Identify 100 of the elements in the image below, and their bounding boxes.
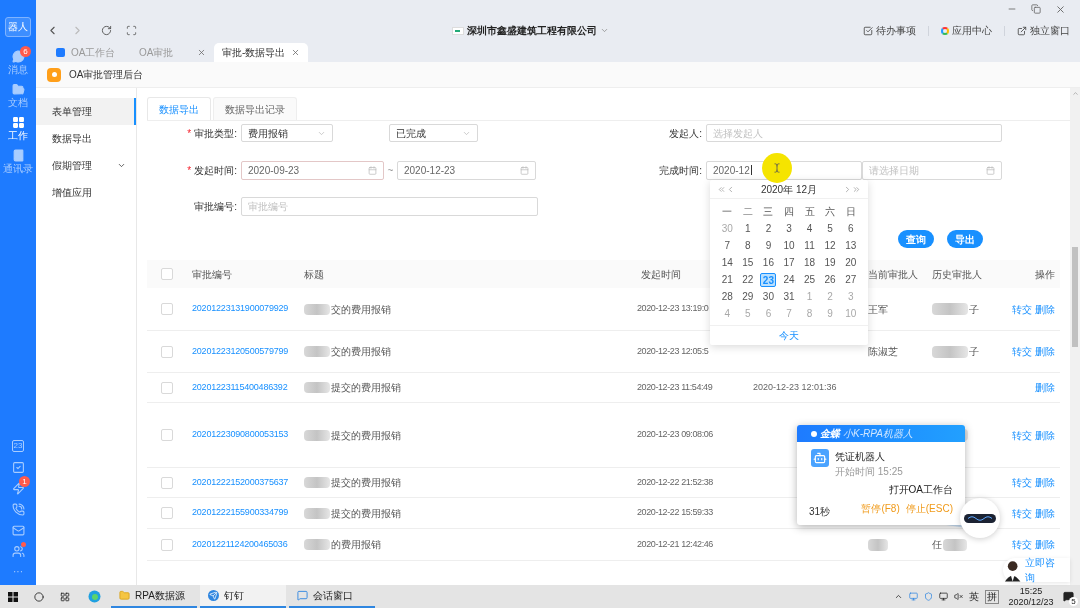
- calendar-day[interactable]: 14: [719, 256, 736, 270]
- next-month-icon[interactable]: [843, 184, 852, 194]
- scroll-up-icon[interactable]: [1071, 90, 1079, 97]
- approval-number-link[interactable]: 20201223090800053153: [192, 428, 289, 442]
- muted-speaker-icon[interactable]: [954, 592, 963, 601]
- lightning-icon[interactable]: [11, 481, 25, 495]
- calendar-day[interactable]: 2: [760, 222, 777, 236]
- calendar-day[interactable]: 29: [739, 290, 756, 304]
- approval-number-link[interactable]: 20201223115400486392: [192, 380, 288, 395]
- calendar-day[interactable]: 4: [801, 222, 818, 236]
- row-action-link[interactable]: 删除: [1035, 505, 1055, 521]
- taskbar-app[interactable]: 钉钉: [200, 585, 286, 608]
- calendar-day[interactable]: 27: [842, 273, 859, 287]
- browser-tab[interactable]: 审批-数据导出: [214, 43, 309, 62]
- calendar-day[interactable]: 18: [801, 256, 818, 270]
- calendar-day[interactable]: 24: [781, 273, 797, 287]
- restore-icon[interactable]: [1031, 4, 1041, 14]
- calendar-day[interactable]: 16: [760, 256, 777, 270]
- notification-icon[interactable]: [1063, 591, 1074, 602]
- refresh-icon[interactable]: [101, 25, 112, 36]
- robot-bubble[interactable]: [960, 498, 1000, 538]
- row-action-link[interactable]: 转交: [1012, 427, 1032, 443]
- shield-icon[interactable]: [924, 592, 933, 601]
- calendar-day[interactable]: 10: [781, 239, 797, 253]
- browser-icon[interactable]: [88, 590, 101, 603]
- toolbar-button[interactable]: 应用中心: [941, 23, 992, 38]
- close-icon[interactable]: [197, 48, 206, 57]
- calendar-day[interactable]: 3: [781, 222, 797, 236]
- row-action-link[interactable]: 转交: [1012, 344, 1032, 359]
- toolbar-button[interactable]: 独立窗口: [1017, 23, 1070, 38]
- checkbox[interactable]: [161, 429, 173, 441]
- calendar-day[interactable]: 21: [719, 273, 736, 287]
- content-tab[interactable]: 数据导出记录: [213, 97, 297, 120]
- toolbar-button[interactable]: 待办事项: [863, 23, 916, 38]
- checkbox[interactable]: [161, 381, 173, 394]
- select-field[interactable]: 费用报销: [241, 124, 333, 142]
- row-action-link[interactable]: 转交: [1012, 537, 1032, 552]
- row-action-link[interactable]: 删除: [1035, 475, 1055, 490]
- network-icon[interactable]: [939, 592, 948, 601]
- row-action-link[interactable]: 转交: [1012, 475, 1032, 490]
- calendar-day[interactable]: 28: [719, 290, 736, 304]
- date-field[interactable]: 2020-09-23: [241, 160, 384, 180]
- action-button[interactable]: 查询: [898, 230, 934, 248]
- calendar-day[interactable]: 20: [842, 256, 859, 270]
- row-action-link[interactable]: 删除: [1035, 301, 1055, 317]
- today-link[interactable]: 今天: [779, 328, 799, 343]
- calendar-day[interactable]: 26: [822, 273, 839, 287]
- row-action-link[interactable]: 删除: [1035, 380, 1055, 395]
- calendar-day[interactable]: 22: [739, 273, 756, 287]
- row-action-link[interactable]: 转交: [1012, 301, 1032, 317]
- rail-item[interactable]: 工作: [3, 116, 33, 142]
- calendar-day[interactable]: 1: [739, 222, 756, 236]
- previous-month-icon[interactable]: [726, 184, 735, 194]
- close-icon[interactable]: [291, 48, 301, 57]
- calendar-day[interactable]: 13: [842, 239, 859, 253]
- row-action-link[interactable]: 删除: [1035, 344, 1055, 359]
- menu-item[interactable]: 数据导出: [36, 125, 136, 152]
- checkbox[interactable]: [161, 345, 173, 358]
- app-tray-icon[interactable]: [909, 592, 918, 601]
- row-action-link[interactable]: 转交: [1012, 505, 1032, 521]
- language-indicator[interactable]: 英: [969, 589, 979, 604]
- windows-start-icon[interactable]: [8, 591, 18, 602]
- calendar-day[interactable]: 9: [760, 239, 777, 253]
- menu-item[interactable]: 增值应用: [36, 179, 136, 206]
- checkbox[interactable]: [161, 538, 173, 551]
- checkbox-icon[interactable]: [11, 460, 25, 474]
- previous-year-icon[interactable]: [717, 184, 726, 194]
- menu-item[interactable]: 假期管理: [36, 152, 136, 179]
- consult-widget[interactable]: 立即咨询: [1003, 558, 1070, 582]
- checkbox[interactable]: [161, 268, 173, 280]
- calendar-day[interactable]: 12: [822, 239, 839, 253]
- calendar-day[interactable]: 5: [822, 222, 839, 236]
- ime-indicator[interactable]: 拼: [985, 589, 999, 604]
- calendar-day[interactable]: 17: [781, 256, 797, 270]
- company-switcher[interactable]: 深圳市鑫盛建筑工程有限公司: [451, 23, 609, 38]
- approval-number-link[interactable]: 20201223120500579799: [192, 344, 289, 359]
- checkbox[interactable]: [161, 476, 173, 489]
- calendar-day[interactable]: 8: [739, 239, 756, 253]
- search-icon[interactable]: [34, 591, 44, 602]
- phone-icon[interactable]: [11, 502, 25, 516]
- calendar-day[interactable]: 15: [739, 256, 756, 270]
- fullscreen-icon[interactable]: [126, 25, 137, 36]
- close-icon[interactable]: [1055, 3, 1066, 15]
- select-field[interactable]: 已完成: [389, 124, 478, 142]
- approval-number-link[interactable]: 20201223131900079929: [192, 302, 289, 316]
- calendar-day[interactable]: 25: [801, 273, 818, 287]
- checkbox[interactable]: [161, 303, 173, 315]
- checkbox[interactable]: [161, 507, 173, 519]
- calendar-day[interactable]: 6: [842, 222, 859, 236]
- content-tab[interactable]: 数据导出: [147, 97, 211, 120]
- approval-number-link[interactable]: 20201222155900334799: [192, 506, 289, 520]
- calendar-day[interactable]: 31: [781, 290, 797, 304]
- approval-number-link[interactable]: 20201222152000375637: [192, 475, 289, 490]
- calendar-day[interactable]: 7: [719, 239, 736, 253]
- menu-item[interactable]: 表单管理: [36, 98, 136, 125]
- row-action-link[interactable]: 删除: [1035, 427, 1055, 443]
- clock[interactable]: 15:25 2020/12/23: [1005, 585, 1057, 608]
- next-year-icon[interactable]: [852, 184, 861, 194]
- calendar-day[interactable]: 11: [801, 239, 818, 253]
- taskbar-app[interactable]: RPA数据源: [111, 585, 197, 608]
